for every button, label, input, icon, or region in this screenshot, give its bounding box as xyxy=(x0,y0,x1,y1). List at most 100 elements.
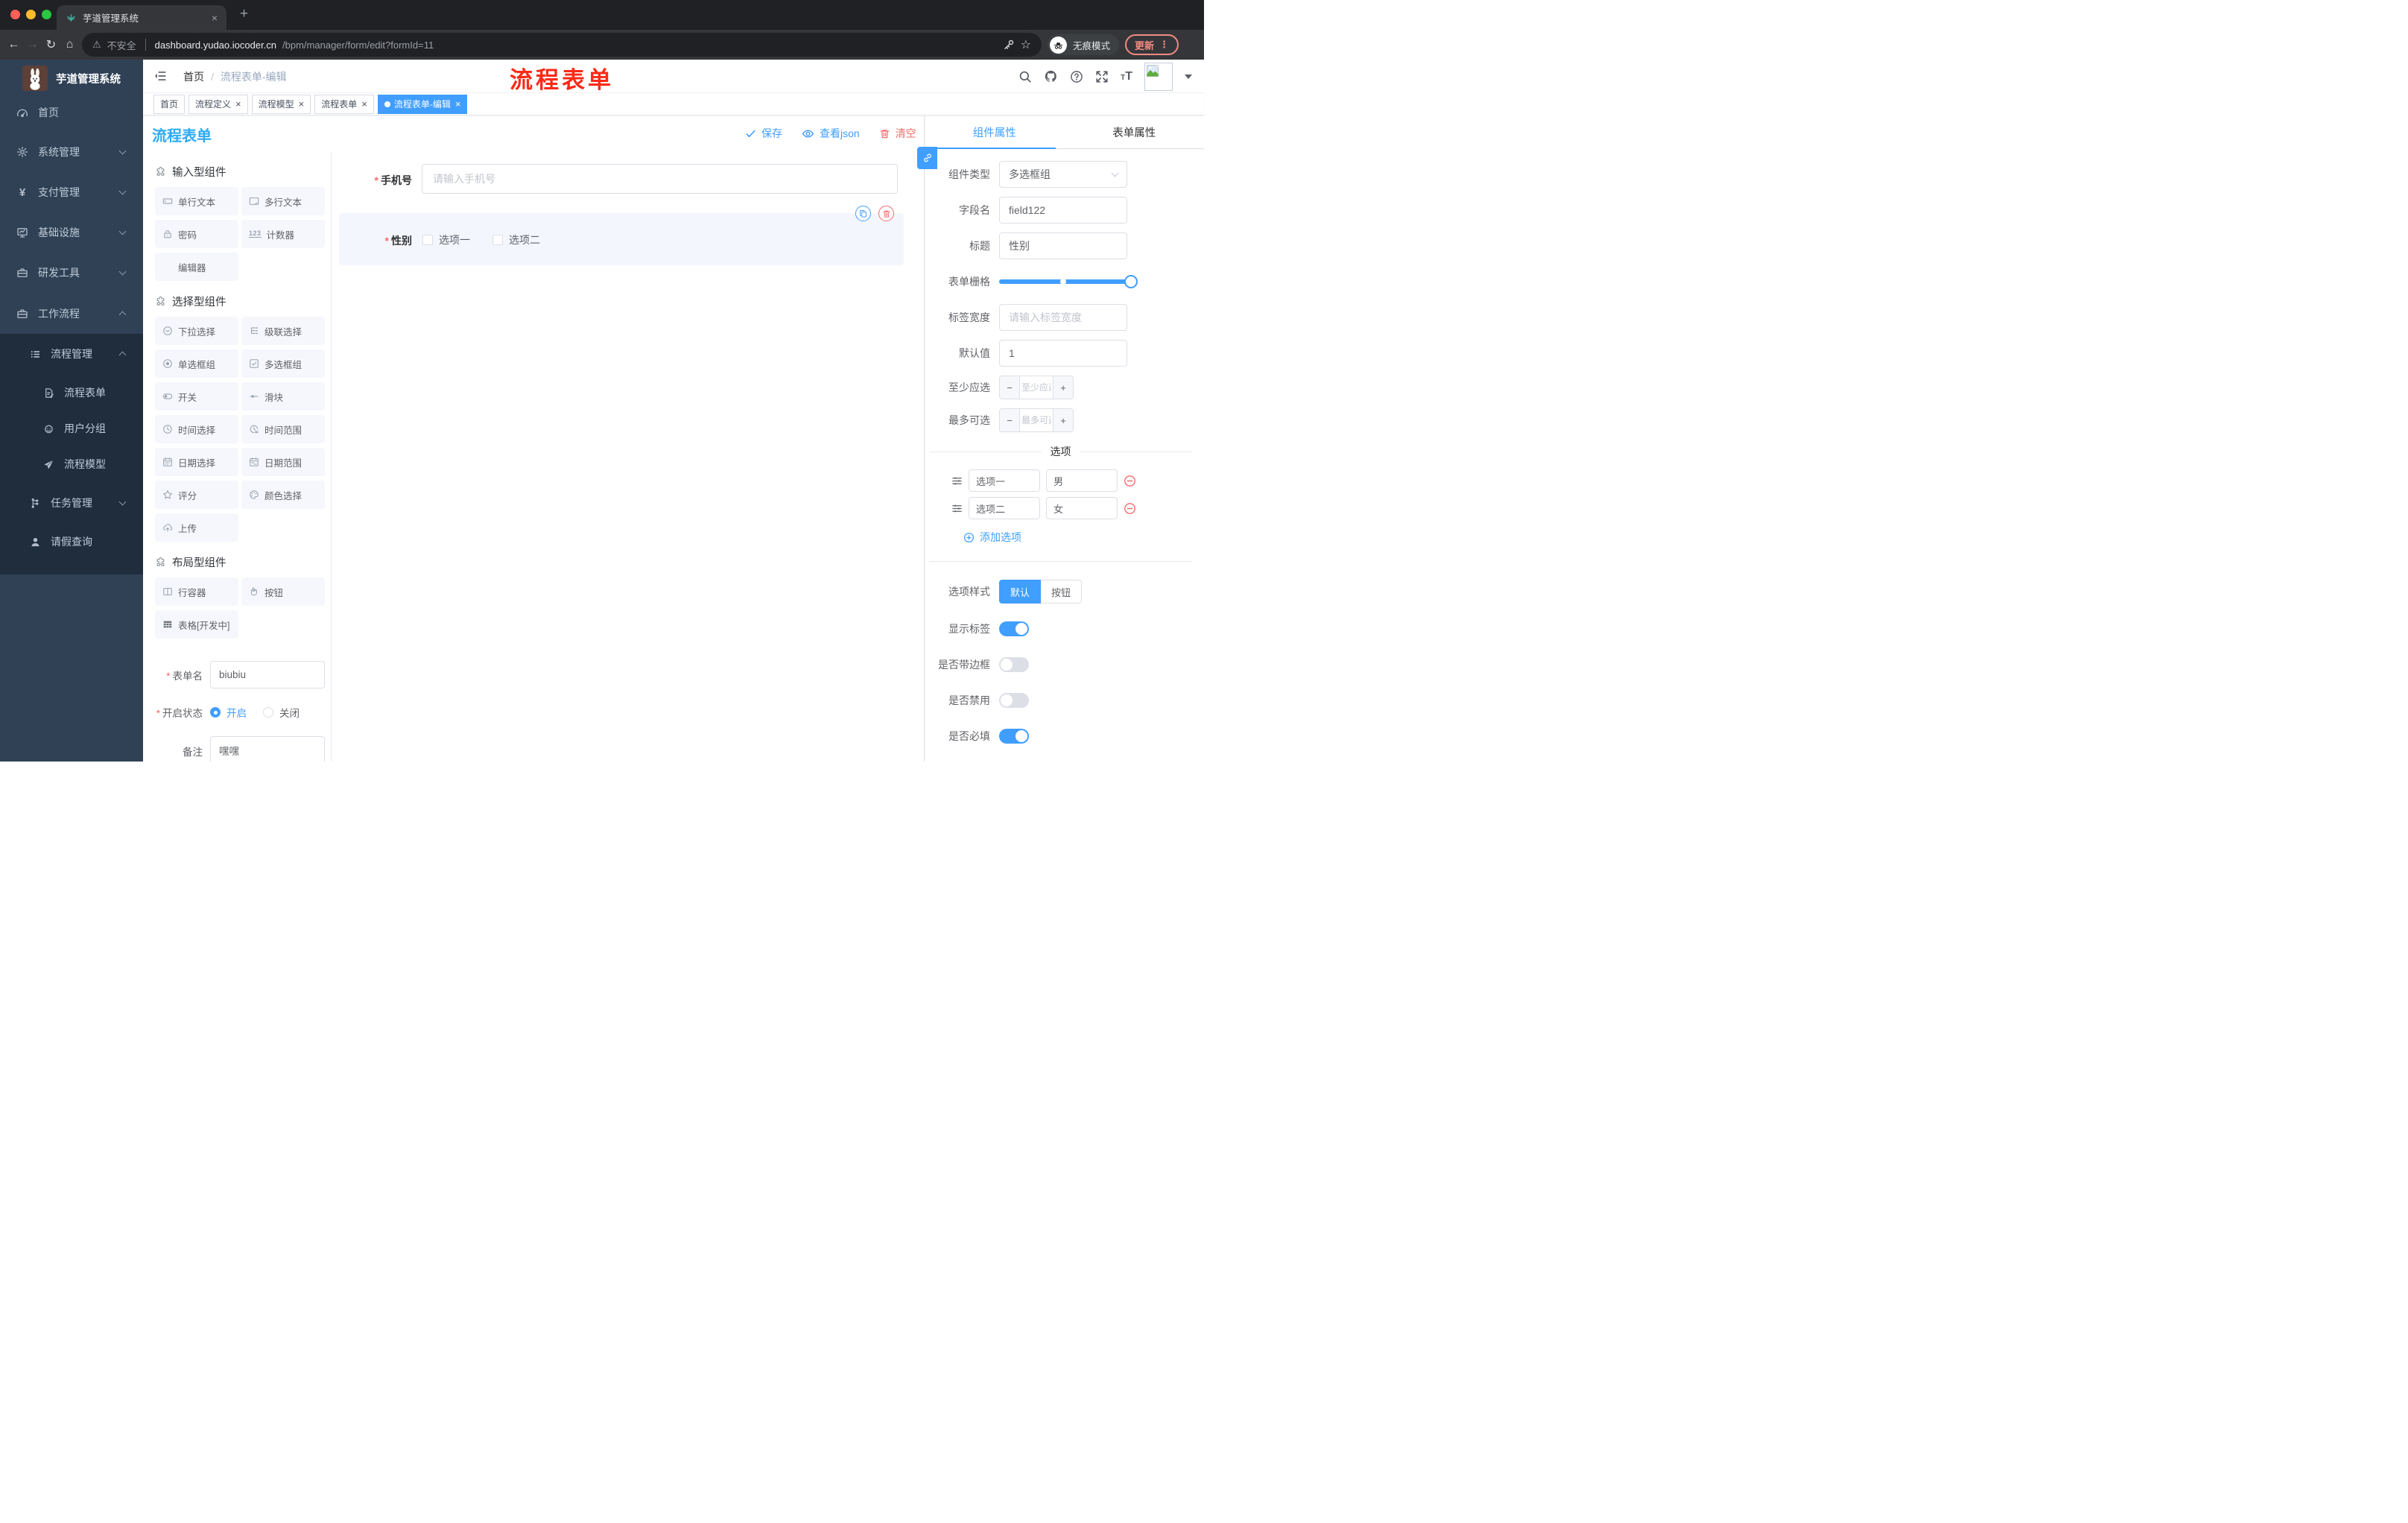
slider-track[interactable] xyxy=(999,275,1138,288)
github-icon[interactable] xyxy=(1044,69,1058,83)
close-window-button[interactable] xyxy=(10,10,20,19)
default-value-input[interactable] xyxy=(999,340,1127,367)
window-controls[interactable] xyxy=(10,10,51,19)
sidebar-item-devtools[interactable]: 研发工具 xyxy=(0,254,143,291)
sidebar-item-process-form[interactable]: 流程表单 xyxy=(0,374,143,411)
remove-option-button[interactable] xyxy=(1124,502,1136,515)
drag-handle-icon[interactable] xyxy=(951,503,963,514)
max-select-input[interactable] xyxy=(1019,409,1054,431)
help-question-icon[interactable] xyxy=(1070,70,1083,83)
status-off-radio[interactable] xyxy=(263,707,273,718)
component-select[interactable]: 下拉选择 xyxy=(155,317,238,345)
sidebar-item-system[interactable]: 系统管理 xyxy=(0,133,143,171)
sidebar-logo[interactable]: 芋道管理系统 xyxy=(0,66,143,91)
remove-option-button[interactable] xyxy=(1124,475,1136,487)
tag-home[interactable]: 首页 xyxy=(153,94,186,114)
avatar[interactable] xyxy=(1144,62,1173,91)
tab-component-props[interactable]: 组件属性 xyxy=(925,115,1065,148)
tag-close-icon[interactable]: × xyxy=(455,99,461,109)
component-counter[interactable]: 123 计数器 xyxy=(241,220,325,248)
component-rate[interactable]: 评分 xyxy=(155,481,238,509)
minimize-window-button[interactable] xyxy=(26,10,36,19)
status-off-label[interactable]: 关闭 xyxy=(279,705,300,720)
sidebar-item-task-mgmt[interactable]: 任务管理 xyxy=(0,484,143,522)
option-label-input[interactable] xyxy=(969,497,1040,519)
min-select-input[interactable] xyxy=(1019,376,1054,399)
phone-field-input[interactable] xyxy=(422,164,898,194)
component-editor[interactable]: 编辑器 xyxy=(155,253,238,281)
component-cascader[interactable]: 级联选择 xyxy=(241,317,325,345)
sidebar-item-leave-query[interactable]: 请假查询 xyxy=(0,523,143,560)
option-value-input[interactable] xyxy=(1046,469,1118,492)
component-type-select[interactable]: 多选框组 xyxy=(999,161,1127,188)
browser-tab[interactable]: 芋道管理系统 × xyxy=(57,5,226,30)
form-canvas[interactable]: *手机号 *性别 选项一 选项二 xyxy=(332,151,924,762)
sidebar-item-payment[interactable]: ¥ 支付管理 xyxy=(0,174,143,211)
tag-process-form-edit[interactable]: 流程表单-编辑 × xyxy=(377,94,468,114)
form-name-input[interactable] xyxy=(210,661,325,688)
address-bar[interactable]: ⚠ 不安全 dashboard.yudao.iocoder.cn/bpm/man… xyxy=(82,33,1042,57)
component-time-range[interactable]: 时间范围 xyxy=(241,415,325,443)
option-value-input[interactable] xyxy=(1046,497,1118,519)
tab-form-props[interactable]: 表单属性 xyxy=(1065,115,1205,148)
tag-close-icon[interactable]: × xyxy=(299,99,305,109)
link-badge[interactable] xyxy=(917,147,937,169)
gender-option-1[interactable]: 选项一 xyxy=(422,232,470,247)
delete-component-button[interactable] xyxy=(878,206,894,221)
component-date-picker[interactable]: 日期选择 xyxy=(155,448,238,476)
sidebar-item-user-group[interactable]: 用户分组 xyxy=(0,410,143,447)
bookmark-star-icon[interactable]: ☆ xyxy=(1021,37,1031,52)
title-input[interactable] xyxy=(999,232,1127,259)
save-button[interactable]: 保存 xyxy=(745,126,782,141)
search-icon[interactable] xyxy=(1018,70,1032,83)
checkbox[interactable] xyxy=(422,235,433,245)
view-json-button[interactable]: 查看json xyxy=(802,126,860,141)
component-checkbox-group[interactable]: 多选框组 xyxy=(241,349,325,378)
required-toggle[interactable] xyxy=(999,729,1029,744)
duplicate-component-button[interactable] xyxy=(855,206,871,221)
minus-icon[interactable]: − xyxy=(1000,409,1019,431)
component-color-picker[interactable]: 颜色选择 xyxy=(241,481,325,509)
back-icon[interactable]: ← xyxy=(7,38,20,51)
add-option-button[interactable]: 添加选项 xyxy=(963,530,1192,545)
component-radio-group[interactable]: 单选框组 xyxy=(155,349,238,378)
gender-option-2[interactable]: 选项二 xyxy=(492,232,540,247)
component-button[interactable]: 按钮 xyxy=(241,577,325,606)
tag-close-icon[interactable]: × xyxy=(235,99,241,109)
style-default-button[interactable]: 默认 xyxy=(999,580,1042,604)
font-size-icon[interactable]: TT xyxy=(1121,70,1132,83)
tag-process-definition[interactable]: 流程定义 × xyxy=(188,94,248,114)
sidebar-item-process-mgmt[interactable]: 流程管理 xyxy=(0,335,143,373)
show-label-toggle[interactable] xyxy=(999,621,1029,636)
minus-icon[interactable]: − xyxy=(1000,376,1019,399)
component-password[interactable]: 密码 xyxy=(155,220,238,248)
clear-button[interactable]: 清空 xyxy=(879,126,916,141)
browser-menu-dots-icon[interactable]: ⋮ xyxy=(1159,39,1169,51)
component-table-dev[interactable]: 表格[开发中] xyxy=(155,610,238,639)
home-icon[interactable]: ⌂ xyxy=(63,38,76,51)
tag-process-model[interactable]: 流程模型 × xyxy=(251,94,311,114)
caret-down-icon[interactable] xyxy=(1185,74,1192,79)
component-multi-line-text[interactable]: 多行文本 xyxy=(241,187,325,215)
sidebar-collapse-icon[interactable] xyxy=(153,69,167,83)
drag-handle-icon[interactable] xyxy=(951,475,963,487)
component-upload[interactable]: 上传 xyxy=(155,513,238,542)
component-switch[interactable]: 开关 xyxy=(155,382,238,411)
maximize-window-button[interactable] xyxy=(42,10,51,19)
status-on-radio[interactable] xyxy=(210,707,221,718)
reload-icon[interactable]: ↻ xyxy=(45,37,57,52)
option-label-input[interactable] xyxy=(969,469,1040,492)
component-time-picker[interactable]: 时间选择 xyxy=(155,415,238,443)
checkbox[interactable] xyxy=(492,235,503,245)
plus-icon[interactable]: + xyxy=(1054,409,1073,431)
style-button-button[interactable]: 按钮 xyxy=(1041,580,1083,604)
label-width-input[interactable] xyxy=(999,304,1127,331)
field-name-input[interactable] xyxy=(999,197,1127,224)
selected-component-gender[interactable]: * 性别 选项一 选项二 xyxy=(339,206,904,265)
sidebar-item-process-model[interactable]: 流程模型 xyxy=(0,446,143,483)
status-on-label[interactable]: 开启 xyxy=(226,705,247,720)
slider-handle[interactable] xyxy=(1124,275,1138,288)
disabled-toggle[interactable] xyxy=(999,693,1029,708)
form-grid-slider[interactable] xyxy=(999,268,1138,295)
tag-close-icon[interactable]: × xyxy=(361,99,367,109)
